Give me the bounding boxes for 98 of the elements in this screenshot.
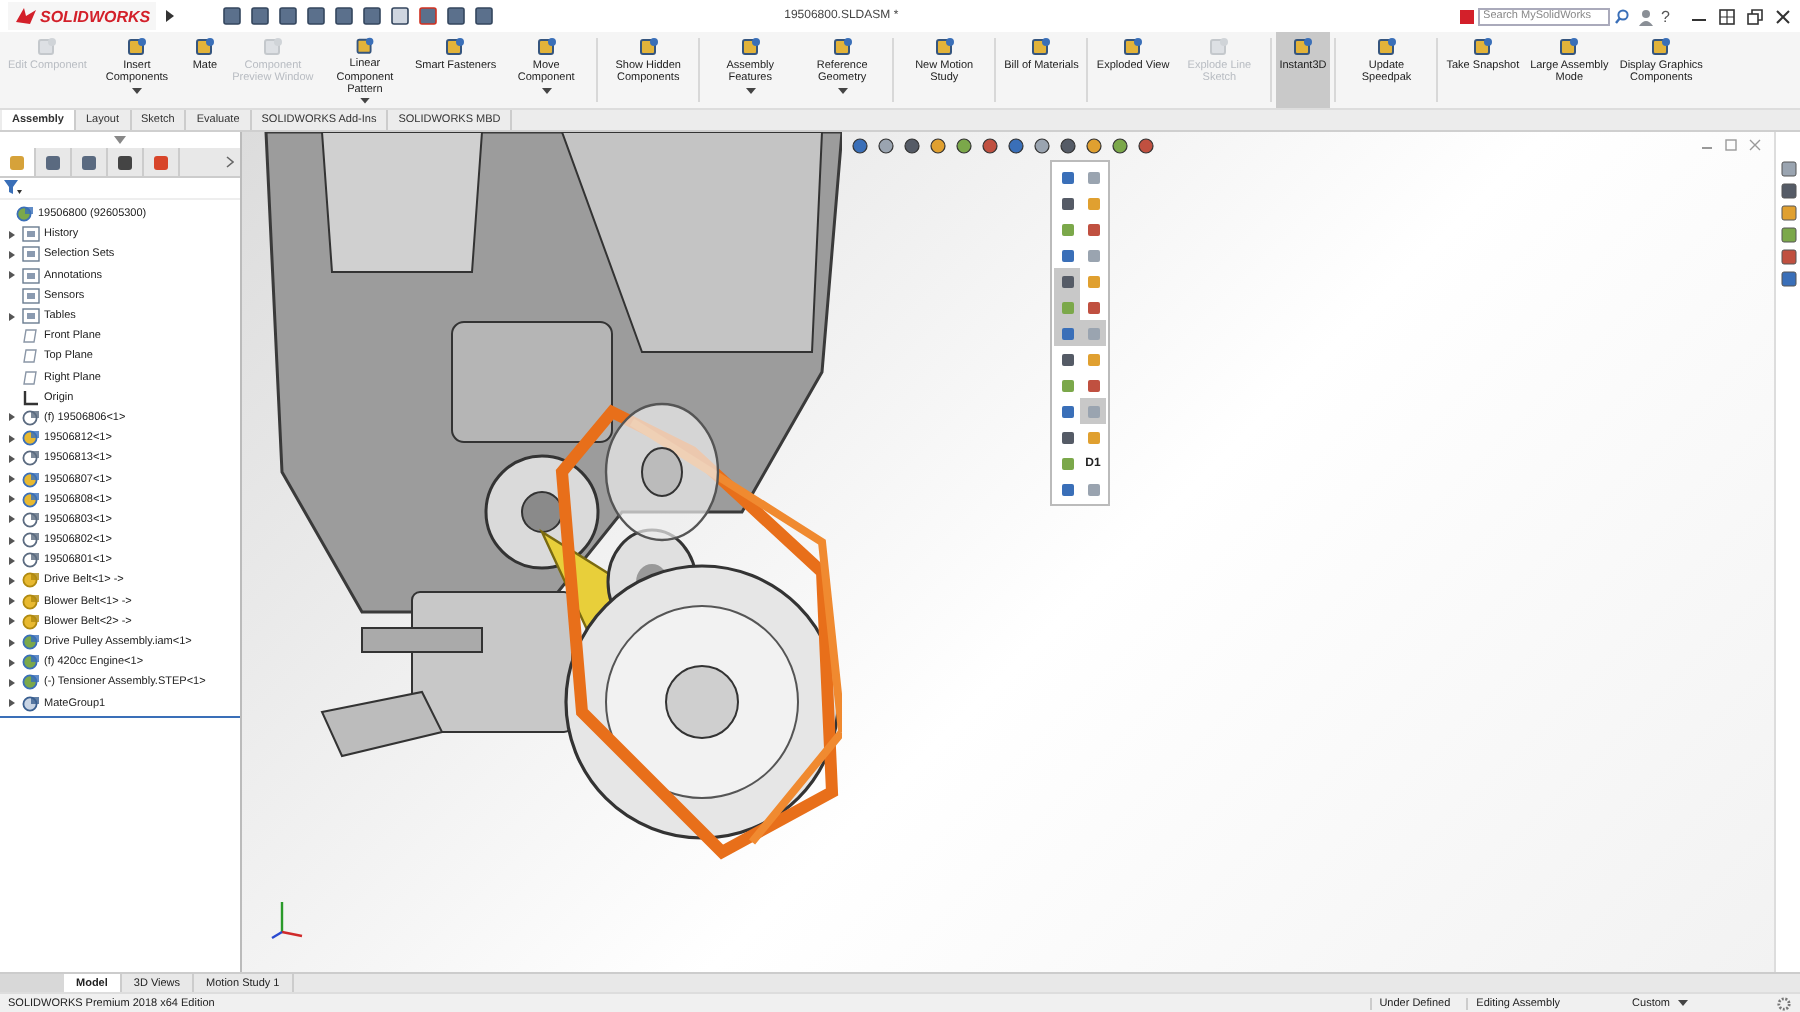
caret-icon[interactable] bbox=[131, 87, 142, 94]
toolbar-icon[interactable] bbox=[276, 6, 301, 26]
toolbar-icon[interactable] bbox=[220, 6, 245, 26]
expand-arrow-icon[interactable] bbox=[8, 596, 16, 607]
square-icon bbox=[1085, 273, 1101, 289]
expand-arrow-icon[interactable] bbox=[8, 555, 16, 566]
block-icon bbox=[193, 36, 216, 58]
square-icon bbox=[1059, 273, 1075, 289]
restore-icon[interactable] bbox=[1746, 7, 1764, 25]
toolbar-icon[interactable] bbox=[388, 6, 413, 26]
block-icon bbox=[739, 36, 762, 58]
block-icon bbox=[831, 36, 854, 58]
toolbar-icon[interactable] bbox=[332, 6, 357, 26]
square-icon bbox=[1085, 325, 1101, 341]
square-icon bbox=[1059, 299, 1075, 315]
caret-icon[interactable] bbox=[1678, 1000, 1688, 1006]
expand-arrow-icon[interactable] bbox=[8, 412, 16, 423]
square-icon bbox=[152, 153, 170, 171]
axis-triad-icon bbox=[270, 896, 306, 940]
square-icon bbox=[1085, 169, 1101, 185]
expand-arrow-icon[interactable] bbox=[8, 657, 16, 668]
toolbar-icon[interactable] bbox=[248, 6, 273, 26]
expand-arrow-icon[interactable] bbox=[8, 270, 16, 281]
square-icon bbox=[116, 153, 134, 171]
toolbar-icon[interactable] bbox=[472, 6, 497, 26]
square-icon bbox=[1085, 221, 1101, 237]
user-icon[interactable] bbox=[1637, 7, 1654, 25]
caret-icon[interactable] bbox=[745, 87, 756, 94]
block-icon bbox=[1122, 36, 1145, 58]
expand-arrow-icon[interactable] bbox=[8, 249, 16, 260]
block-icon bbox=[1375, 36, 1398, 58]
square-icon bbox=[1085, 377, 1101, 393]
square-icon bbox=[44, 153, 62, 171]
brand-icon bbox=[1459, 9, 1474, 23]
search-icon[interactable] bbox=[1613, 8, 1630, 24]
square-icon bbox=[1059, 377, 1075, 393]
app-logo: SOLIDWORKS bbox=[8, 2, 157, 30]
menu-item[interactable] bbox=[1054, 268, 1080, 294]
chevron-icon[interactable] bbox=[226, 156, 234, 168]
expand-arrow-icon[interactable] bbox=[8, 575, 16, 586]
expand-arrow-icon[interactable] bbox=[8, 229, 16, 240]
toolbar-icon[interactable] bbox=[416, 6, 441, 26]
block-icon bbox=[444, 36, 467, 58]
close-icon[interactable] bbox=[1774, 7, 1792, 25]
square-icon bbox=[1059, 455, 1075, 471]
square-icon bbox=[1085, 403, 1101, 419]
tab-scroll-bar[interactable] bbox=[0, 974, 64, 992]
square-icon bbox=[1059, 351, 1075, 367]
expand-arrow-icon[interactable] bbox=[8, 474, 16, 485]
expand-arrow-icon[interactable] bbox=[8, 535, 16, 546]
square-icon bbox=[1059, 221, 1075, 237]
square-icon bbox=[1085, 299, 1101, 315]
collapse-icon[interactable] bbox=[114, 136, 126, 144]
square-icon bbox=[1059, 247, 1075, 263]
square-icon bbox=[1059, 481, 1075, 497]
expand-arrow-icon[interactable] bbox=[8, 514, 16, 525]
caret-icon[interactable] bbox=[541, 87, 552, 94]
toolbar-icon[interactable] bbox=[304, 6, 329, 26]
expand-arrow-icon[interactable] bbox=[8, 677, 16, 688]
expand-arrow-icon[interactable] bbox=[8, 311, 16, 322]
caret-icon[interactable] bbox=[359, 98, 370, 104]
square-icon bbox=[1085, 195, 1101, 211]
square-icon bbox=[1085, 351, 1101, 367]
square-icon bbox=[1059, 429, 1075, 445]
expand-arrow-icon[interactable] bbox=[8, 453, 16, 464]
tile-icon[interactable] bbox=[1718, 7, 1736, 25]
expand-arrow-icon[interactable] bbox=[8, 433, 16, 444]
square-icon bbox=[1059, 325, 1075, 341]
block-icon bbox=[1291, 36, 1314, 58]
square-icon bbox=[1059, 169, 1075, 185]
square-icon bbox=[1059, 195, 1075, 211]
expand-arrow-icon[interactable] bbox=[8, 637, 16, 648]
block-icon bbox=[353, 36, 376, 57]
caret-icon[interactable] bbox=[837, 87, 848, 94]
logo-icon bbox=[14, 6, 38, 26]
expand-arrow-icon[interactable] bbox=[8, 698, 16, 709]
toolbar-icon[interactable] bbox=[360, 6, 385, 26]
square-icon bbox=[1085, 247, 1101, 263]
block-icon bbox=[1558, 36, 1581, 58]
block-icon bbox=[1471, 36, 1494, 58]
block-icon bbox=[637, 36, 660, 58]
block-icon bbox=[535, 36, 558, 58]
block-icon bbox=[1650, 36, 1673, 58]
square-icon bbox=[8, 153, 26, 171]
expand-arrow-icon[interactable] bbox=[8, 494, 16, 505]
expand-arrow-icon[interactable] bbox=[8, 616, 16, 627]
square-icon bbox=[1085, 429, 1101, 445]
block-icon bbox=[1030, 36, 1053, 58]
square-icon bbox=[80, 153, 98, 171]
help-button[interactable]: ? bbox=[1661, 7, 1670, 25]
square-icon bbox=[1085, 481, 1101, 497]
square-icon bbox=[1059, 403, 1075, 419]
filter-icon[interactable] bbox=[4, 180, 22, 196]
block-icon bbox=[125, 36, 148, 58]
block-icon bbox=[933, 36, 956, 58]
gear-icon[interactable] bbox=[1776, 995, 1792, 1011]
expand-menu-icon[interactable] bbox=[164, 8, 177, 24]
toolbar-icon[interactable] bbox=[444, 6, 469, 26]
